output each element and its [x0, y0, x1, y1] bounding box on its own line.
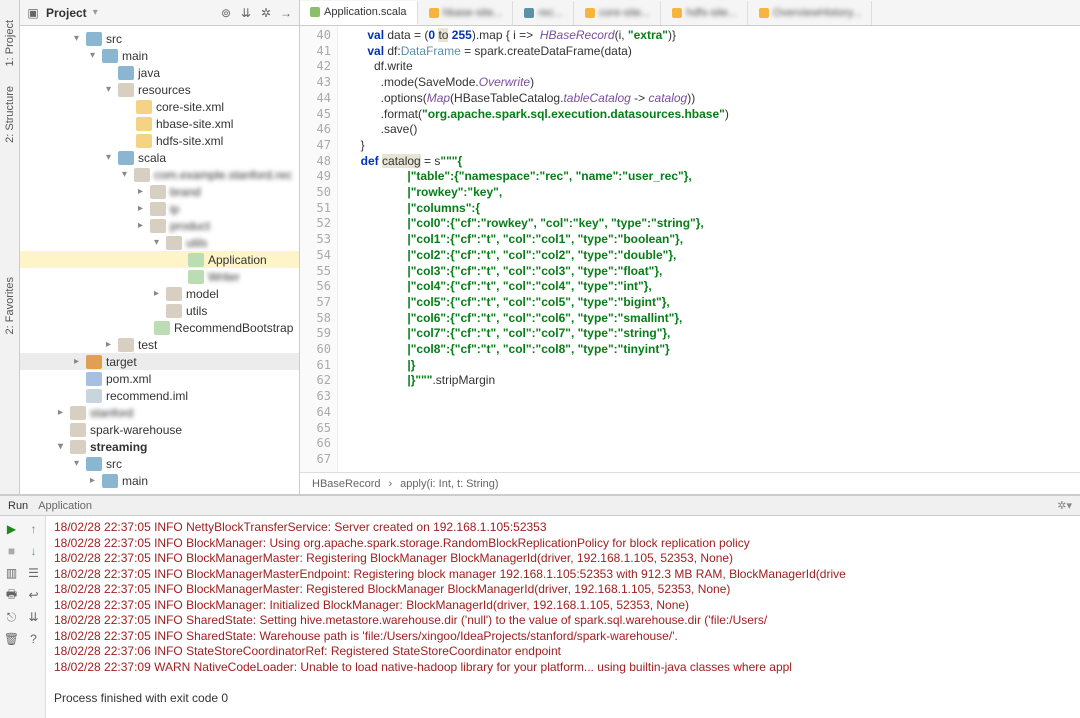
tree-prod[interactable]: ▸product [20, 217, 299, 234]
tree-target[interactable]: ▸target [20, 353, 299, 370]
breadcrumb-item[interactable]: HBaseRecord [312, 478, 380, 490]
filter-icon[interactable]: ☰ [25, 564, 43, 582]
trash-icon[interactable]: 🗑 [3, 630, 21, 648]
down-icon[interactable]: ↓ [25, 542, 43, 560]
tree-core-site[interactable]: core-site.xml [20, 98, 299, 115]
log-line: 18/02/28 22:37:06 INFO StateStoreCoordin… [54, 644, 1072, 660]
rail-structure[interactable]: 2: Structure [4, 86, 16, 143]
tree-utils[interactable]: utils [20, 302, 299, 319]
editor-tab[interactable]: Application.scala [300, 1, 418, 25]
tree-iml[interactable]: recommend.iml [20, 387, 299, 404]
log-line: 18/02/28 22:37:09 WARN NativeCodeLoader:… [54, 660, 1072, 676]
tree-pkg[interactable]: ▾com.example.stanford.rec [20, 166, 299, 183]
rail-favorites[interactable]: 2: Favorites [4, 277, 16, 334]
tree-scala[interactable]: ▾scala [20, 149, 299, 166]
file-type-icon [310, 7, 320, 17]
run-config[interactable]: Application [38, 500, 92, 512]
log-line: 18/02/28 22:37:05 INFO SharedState: Ware… [54, 629, 1072, 645]
collapse-icon[interactable]: ⇊ [239, 6, 253, 20]
tab-label: hdfs-site... [686, 7, 737, 19]
tree-model[interactable]: ▸model [20, 285, 299, 302]
wrap-icon[interactable]: ↩ [25, 586, 43, 604]
editor-tabs: Application.scala hbase-site... rec... core… [300, 0, 1080, 26]
tree-java[interactable]: java [20, 64, 299, 81]
breadcrumb-item[interactable]: apply(i: Int, t: String) [400, 478, 498, 490]
gear-icon[interactable]: ✲▾ [1057, 499, 1072, 512]
editor-tab[interactable]: rec... [514, 1, 573, 25]
run-panel: Run Application ✲▾ ▶ ↑ ■ ↓ ▥ ☰ 🖶 ↩ ⎋ [0, 494, 1080, 718]
chevron-icon: › [388, 478, 392, 490]
run-label: Run [8, 500, 28, 512]
log-line: 18/02/28 22:37:05 INFO BlockManagerMaste… [54, 551, 1072, 567]
project-icon: ▣ [26, 6, 40, 20]
tree-ip[interactable]: ▸ip [20, 200, 299, 217]
tab-label: OverviewHistory... [773, 7, 861, 19]
tree-main[interactable]: ▾main [20, 47, 299, 64]
code-editor[interactable]: 40 41 42 43 44 45 46 47 48 49 50 51 52 5… [300, 26, 1080, 472]
project-panel-header: ▣ Project ▾ ⊚ ⇊ ✲ → [20, 0, 299, 26]
log-line: 18/02/28 22:37:05 INFO BlockManager: Ini… [54, 598, 1072, 614]
code-content[interactable]: val data = (0 to 255).map { i => HBaseRe… [338, 26, 1080, 472]
editor-tab[interactable]: core-site... [575, 1, 661, 25]
tree-test[interactable]: ▸test [20, 336, 299, 353]
exit-line: Process finished with exit code 0 [54, 691, 1072, 707]
tree-application[interactable]: Application [20, 251, 299, 268]
scroll-icon[interactable]: ⇊ [25, 608, 43, 626]
hide-icon[interactable]: → [279, 6, 293, 20]
tree-main2[interactable]: ▸main [20, 472, 299, 489]
run-toolbar: ▶ ↑ ■ ↓ ▥ ☰ 🖶 ↩ ⎋ ⇊ 🗑 ? [0, 516, 46, 718]
locate-icon[interactable]: ⊚ [219, 6, 233, 20]
project-tree[interactable]: ▾src ▾main java ▾resources core-site.xml… [20, 26, 299, 494]
left-tool-rail: 1: Project 2: Structure 2: Favorites [0, 0, 20, 494]
file-type-icon [759, 8, 769, 18]
breadcrumb[interactable]: HBaseRecord › apply(i: Int, t: String) [300, 472, 1080, 494]
file-type-icon [585, 8, 595, 18]
tab-label: rec... [538, 7, 562, 19]
editor-tab[interactable]: hdfs-site... [662, 1, 748, 25]
tree-spark-wh[interactable]: spark-warehouse [20, 421, 299, 438]
editor-tab[interactable]: hbase-site... [419, 1, 514, 25]
project-panel: ▣ Project ▾ ⊚ ⇊ ✲ → ▾src ▾main java ▾res… [20, 0, 300, 494]
run-header: Run Application ✲▾ [0, 496, 1080, 516]
tree-stanford[interactable]: ▸stanford [20, 404, 299, 421]
gear-icon[interactable]: ✲ [259, 6, 273, 20]
dropdown-icon[interactable]: ▾ [93, 7, 98, 18]
log-line: 18/02/28 22:37:05 INFO BlockManagerMaste… [54, 582, 1072, 598]
up-icon[interactable]: ↑ [25, 520, 43, 538]
stop-button[interactable]: ■ [3, 542, 21, 560]
project-title: Project [46, 6, 87, 20]
tree-streaming[interactable]: ▾streaming [20, 438, 299, 455]
log-line: 18/02/28 22:37:05 INFO BlockManagerMaste… [54, 567, 1072, 583]
exit-icon[interactable]: ⎋ [3, 608, 21, 626]
log-line: 18/02/28 22:37:05 INFO BlockManager: Usi… [54, 536, 1072, 552]
tree-src[interactable]: ▾src [20, 30, 299, 47]
tab-label: core-site... [599, 7, 650, 19]
line-gutter: 40 41 42 43 44 45 46 47 48 49 50 51 52 5… [300, 26, 338, 472]
tree-rec[interactable]: ▾utils [20, 234, 299, 251]
tree-brand[interactable]: ▸brand [20, 183, 299, 200]
help-icon[interactable]: ? [25, 630, 43, 648]
print-icon[interactable]: 🖶 [3, 586, 21, 604]
editor-area: Application.scala hbase-site... rec... core… [300, 0, 1080, 494]
tab-label: hbase-site... [443, 7, 503, 19]
tree-writer[interactable]: Writer [20, 268, 299, 285]
tree-resources[interactable]: ▾resources [20, 81, 299, 98]
file-type-icon [429, 8, 439, 18]
file-type-icon [524, 8, 534, 18]
tree-pom[interactable]: pom.xml [20, 370, 299, 387]
rail-project[interactable]: 1: Project [4, 20, 16, 66]
editor-tab[interactable]: OverviewHistory... [749, 1, 872, 25]
tab-label: Application.scala [324, 6, 407, 18]
log-line: 18/02/28 22:37:05 INFO NettyBlockTransfe… [54, 520, 1072, 536]
layout-icon[interactable]: ▥ [3, 564, 21, 582]
rerun-button[interactable]: ▶ [3, 520, 21, 538]
log-line: 18/02/28 22:37:05 INFO SharedState: Sett… [54, 613, 1072, 629]
tree-src2[interactable]: ▾src [20, 455, 299, 472]
file-type-icon [672, 8, 682, 18]
tree-hbase-site[interactable]: hbase-site.xml [20, 115, 299, 132]
console-output[interactable]: 18/02/28 22:37:05 INFO NettyBlockTransfe… [46, 516, 1080, 718]
tree-hdfs-site[interactable]: hdfs-site.xml [20, 132, 299, 149]
tree-recommend-boot[interactable]: RecommendBootstrap [20, 319, 299, 336]
